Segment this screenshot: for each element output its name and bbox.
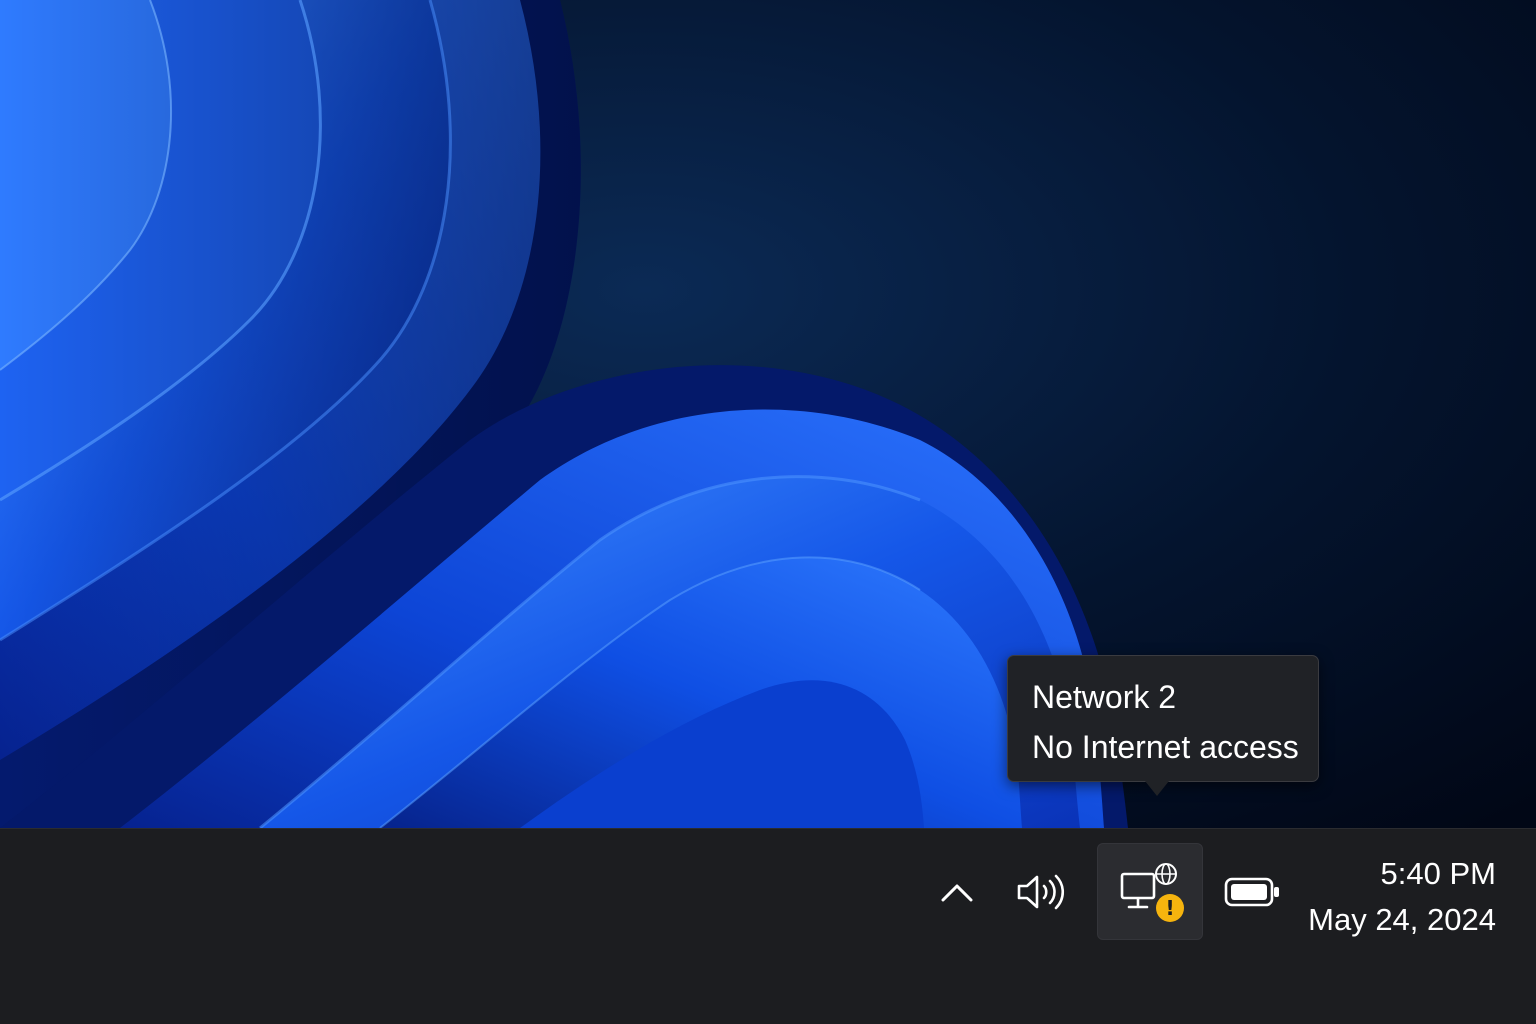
speaker-volume-icon: [1016, 871, 1068, 913]
network-button[interactable]: !: [1097, 843, 1203, 940]
clock-button[interactable]: 5:40 PM May 24, 2024: [1308, 851, 1496, 943]
clock-time: 5:40 PM: [1380, 856, 1496, 891]
battery-button[interactable]: [1216, 867, 1288, 917]
taskbar: ! 5:40 PM May 24, 2024: [0, 828, 1536, 1024]
tooltip-pointer: [1145, 781, 1169, 796]
network-tooltip: Network 2 No Internet access: [1007, 655, 1319, 782]
chevron-up-icon: [940, 881, 974, 903]
clock-date: May 24, 2024: [1308, 902, 1496, 937]
tooltip-network-name: Network 2: [1032, 679, 1177, 715]
tooltip-network-status: No Internet access: [1032, 729, 1299, 765]
warning-badge-icon: !: [1156, 893, 1184, 922]
desktop-screen: Network 2 No Internet access ! 5:40 PM M…: [0, 0, 1536, 1024]
battery-icon: [1223, 875, 1281, 909]
show-hidden-icons-button[interactable]: [930, 869, 984, 915]
volume-button[interactable]: [1008, 867, 1076, 917]
network-no-internet-icon: !: [1118, 862, 1184, 922]
